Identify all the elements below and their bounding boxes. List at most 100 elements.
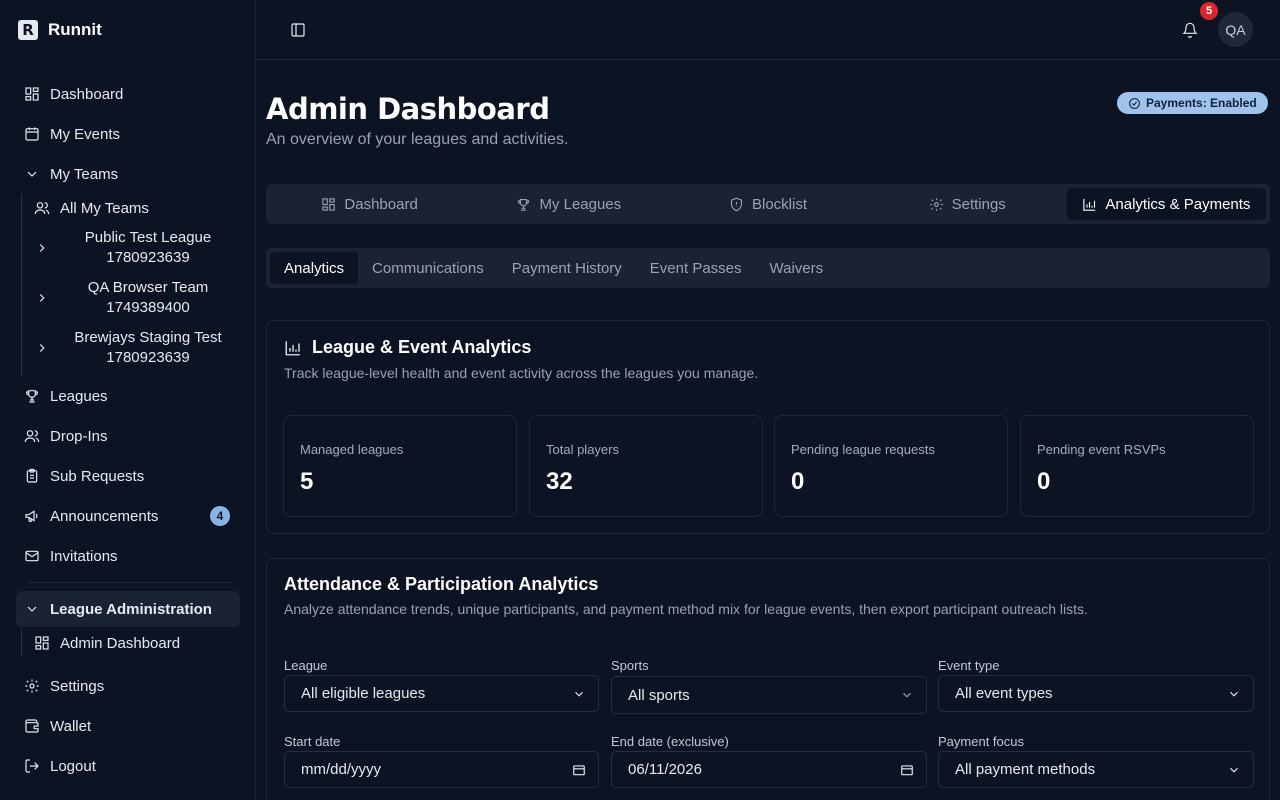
event-type-select[interactable]: All event types: [938, 675, 1254, 712]
runnit-logo: R: [18, 20, 38, 40]
sidebar-item-label: My Events: [50, 125, 121, 143]
league-select[interactable]: All eligible leagues: [284, 675, 599, 712]
chevron-down-icon: [1230, 767, 1238, 773]
trophy-icon: [25, 390, 39, 403]
chevron-down-icon: [1230, 691, 1238, 697]
wallet-icon: [25, 719, 39, 733]
stat-label: Total players: [546, 442, 619, 457]
sidebar-item-label: Admin Dashboard: [60, 634, 181, 652]
logout-icon: [25, 759, 39, 773]
chevron-down-icon: [575, 691, 583, 697]
chevron-right-icon: [39, 344, 45, 352]
tree-line: [21, 628, 22, 656]
start-date-label: Start date: [284, 734, 341, 749]
end-date-input[interactable]: 06/11/2026: [611, 751, 927, 788]
avatar[interactable]: QA: [1218, 12, 1253, 47]
start-date-input[interactable]: mm/dd/yyyy: [284, 751, 599, 788]
subtab-communications[interactable]: Communications: [358, 252, 498, 284]
notifications-button[interactable]: [1182, 22, 1198, 38]
page-subtitle: An overview of your leagues and activiti…: [266, 131, 569, 148]
sidebar-item-admin-dashboard[interactable]: Admin Dashboard: [28, 633, 240, 653]
mail-icon: [25, 550, 39, 562]
stat-label: Pending event RSVPs: [1037, 442, 1166, 457]
stat-card-total-players: Total players 32: [529, 415, 763, 517]
sidebar-item-label: Settings: [50, 677, 105, 695]
megaphone-icon: [25, 510, 38, 522]
bar-chart-icon: [1083, 198, 1096, 211]
stat-label: Pending league requests: [791, 442, 935, 457]
team-name: Public Test League 1780923639: [84, 229, 212, 266]
team-name: Brewjays Staging Test 1780923639: [74, 329, 222, 366]
sports-select[interactable]: All sports: [611, 676, 927, 714]
sidebar-divider: [28, 582, 232, 583]
subtab-waivers[interactable]: Waivers: [756, 252, 838, 284]
sidebar-team-item[interactable]: QA Browser Team 1749389400: [28, 276, 240, 320]
gear-icon: [25, 679, 39, 693]
end-date-label: End date (exclusive): [611, 734, 729, 749]
calendar-icon: [573, 764, 585, 775]
stat-value: 0: [791, 468, 805, 495]
page-title: Admin Dashboard: [266, 92, 550, 126]
brand[interactable]: R Runnit: [0, 0, 255, 60]
sidebar-item-settings[interactable]: Settings: [16, 668, 240, 704]
sidebar-item-wallet[interactable]: Wallet: [16, 708, 240, 744]
league-analytics-title: League & Event Analytics: [284, 337, 531, 358]
chevron-down-icon: [27, 171, 37, 177]
layout-grid-icon: [35, 636, 49, 650]
sidebar-item-invitations[interactable]: Invitations: [16, 538, 240, 574]
sidebar-team-item[interactable]: Public Test League 1780923639: [28, 226, 240, 270]
sports-filter-label: Sports: [611, 658, 649, 673]
stat-value: 32: [546, 468, 573, 495]
sidebar-item-leagues[interactable]: Leagues: [16, 378, 240, 414]
sidebar-item-sub-requests[interactable]: Sub Requests: [16, 458, 240, 494]
sidebar: R Runnit Dashboard My Events My Teams Al…: [0, 0, 256, 800]
payment-focus-select[interactable]: All payment methods: [938, 751, 1254, 788]
sidebar-item-dashboard[interactable]: Dashboard: [16, 76, 240, 112]
sidebar-item-league-administration[interactable]: League Administration: [16, 591, 240, 627]
event-type-filter-label: Event type: [938, 658, 1000, 673]
main-tabs: Dashboard My Leagues Blocklist Settings …: [266, 184, 1270, 224]
sidebar-item-drop-ins[interactable]: Drop-Ins: [16, 418, 240, 454]
subtab-event-passes[interactable]: Event Passes: [636, 252, 756, 284]
subtab-payment-history[interactable]: Payment History: [498, 252, 636, 284]
sidebar-item-label: Logout: [50, 757, 96, 775]
calendar-icon: [901, 764, 913, 775]
subtab-analytics[interactable]: Analytics: [270, 252, 359, 284]
sidebar-item-my-teams[interactable]: My Teams: [16, 156, 240, 192]
stat-card-pending-league-requests: Pending league requests 0: [774, 415, 1008, 517]
main-content: 5 QA Admin Dashboard An overview of your…: [256, 0, 1280, 800]
topbar: 5 QA: [256, 0, 1280, 60]
sidebar-item-label: Announcements: [50, 507, 159, 525]
stat-value: 0: [1037, 468, 1051, 495]
stat-card-pending-event-rsvps: Pending event RSVPs 0: [1020, 415, 1254, 517]
stat-card-managed-leagues: Managed leagues 5: [283, 415, 517, 517]
bar-chart-icon: [285, 340, 300, 355]
stat-label: Managed leagues: [300, 442, 404, 457]
league-filter-label: League: [284, 658, 328, 673]
sidebar-toggle-button[interactable]: [290, 22, 306, 38]
tab-dashboard[interactable]: Dashboard: [270, 188, 469, 220]
sidebar-team-item[interactable]: Brewjays Staging Test 1780923639: [28, 326, 240, 370]
team-name: QA Browser Team 1749389400: [87, 279, 209, 316]
tab-my-leagues[interactable]: My Leagues: [469, 188, 668, 220]
chevron-right-icon: [39, 294, 45, 302]
shield-icon: [730, 197, 743, 211]
stat-value: 5: [300, 468, 314, 495]
notification-count-badge: 5: [1200, 2, 1218, 20]
sidebar-item-my-events[interactable]: My Events: [16, 116, 240, 152]
payment-focus-label: Payment focus: [938, 734, 1024, 749]
users-icon: [24, 430, 40, 443]
sub-tabs: Analytics Communications Payment History…: [266, 248, 1270, 288]
tab-settings[interactable]: Settings: [868, 188, 1067, 220]
tab-analytics-payments[interactable]: Analytics & Payments: [1066, 188, 1267, 220]
sidebar-item-label: League Administration: [50, 600, 212, 618]
tab-blocklist[interactable]: Blocklist: [668, 188, 867, 220]
sidebar-item-all-my-teams[interactable]: All My Teams: [28, 198, 240, 218]
announcements-count-badge: 4: [210, 506, 230, 526]
sidebar-item-label: Invitations: [50, 547, 118, 565]
app-name: Runnit: [48, 20, 102, 39]
sidebar-item-logout[interactable]: Logout: [16, 748, 240, 784]
sidebar-item-announcements[interactable]: Announcements 4: [16, 498, 240, 534]
sidebar-item-label: Sub Requests: [50, 467, 145, 485]
attendance-analytics-title: Attendance & Participation Analytics: [284, 574, 599, 594]
